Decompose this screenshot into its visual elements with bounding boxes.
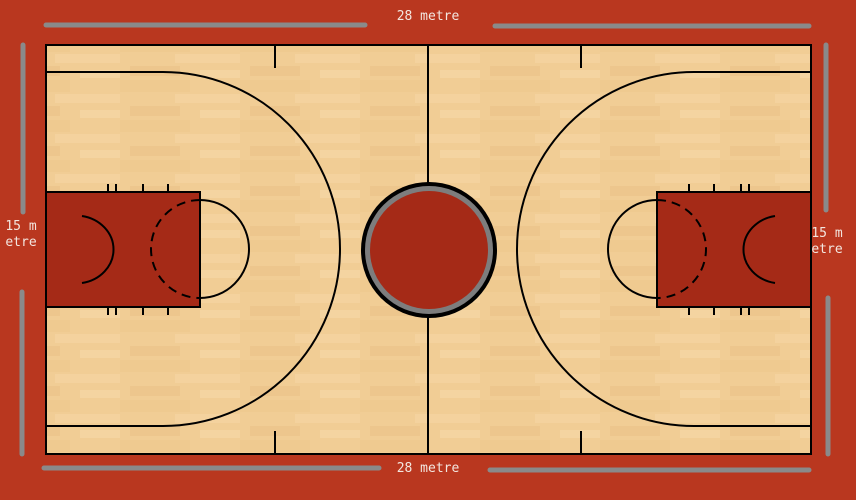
right-width-label: 15 metre — [811, 226, 843, 257]
bottom-length-label: 28 metre — [396, 461, 460, 476]
left-width-label: 15 metre — [5, 219, 37, 250]
right-paint — [657, 192, 811, 307]
center-circle-fill — [370, 191, 488, 309]
left-paint — [46, 192, 200, 307]
top-length-label: 28 metre — [396, 9, 460, 24]
court-diagram — [0, 0, 856, 500]
